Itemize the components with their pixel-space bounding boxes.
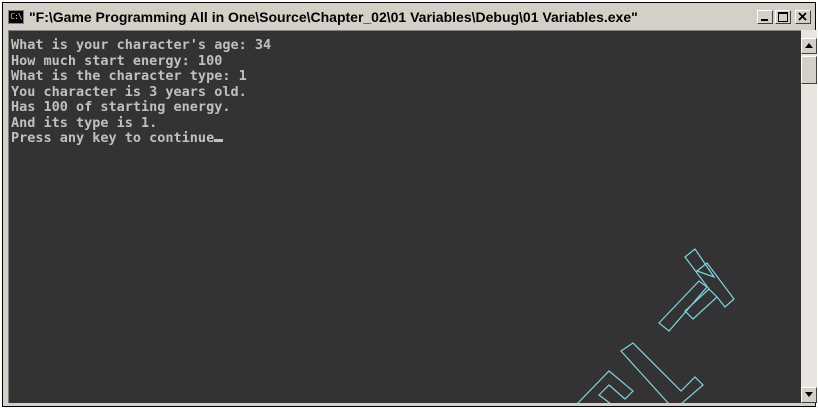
console-output-area[interactable]: What is your character's age: 34 How muc… bbox=[8, 30, 801, 403]
scroll-down-button[interactable] bbox=[801, 387, 817, 403]
scroll-thumb[interactable] bbox=[801, 56, 817, 84]
console-icon[interactable]: C:\ bbox=[8, 10, 24, 24]
maximize-button[interactable] bbox=[775, 10, 791, 24]
arrow-up-icon bbox=[805, 43, 813, 48]
title-bar[interactable]: C:\ "F:\Game Programming All in One\Sour… bbox=[6, 6, 812, 28]
window-controls bbox=[757, 10, 811, 24]
window-title: "F:\Game Programming All in One\Source\C… bbox=[29, 9, 638, 25]
vertical-scrollbar[interactable] bbox=[801, 30, 817, 403]
close-icon bbox=[798, 12, 807, 21]
arrow-down-icon bbox=[805, 392, 813, 397]
watermark-logo bbox=[577, 248, 735, 403]
close-button[interactable] bbox=[795, 10, 811, 24]
minimize-button[interactable] bbox=[757, 10, 773, 24]
console-window: C:\ "F:\Game Programming All in One\Sour… bbox=[2, 2, 817, 407]
scroll-up-button[interactable] bbox=[801, 38, 817, 54]
